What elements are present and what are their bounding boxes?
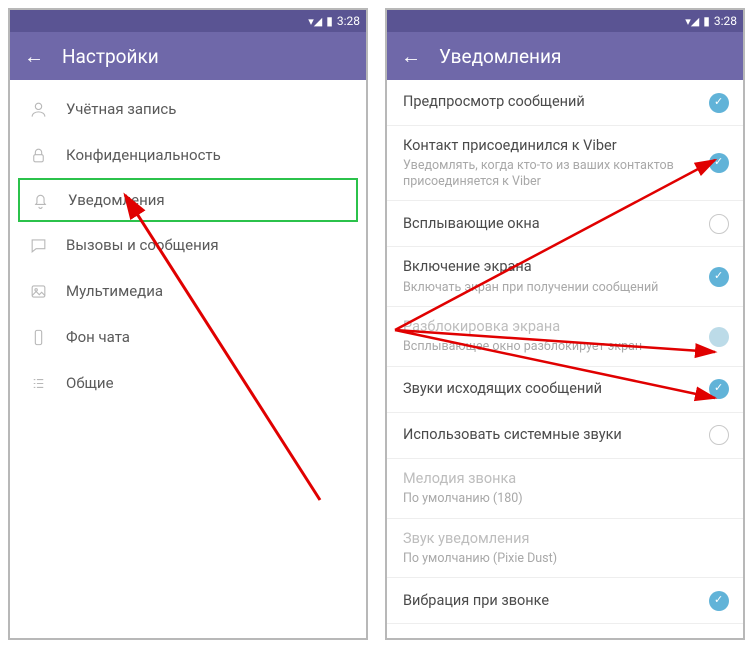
- opt-preview[interactable]: Предпросмотр сообщений: [387, 80, 743, 126]
- image-icon: [28, 281, 48, 301]
- notification-options: Предпросмотр сообщений Контакт присоедин…: [387, 80, 743, 624]
- settings-item-label: Фон чата: [66, 328, 130, 346]
- opt-screen-on[interactable]: Включение экрана Включать экран при полу…: [387, 247, 743, 307]
- settings-item-label: Учётная запись: [66, 100, 176, 118]
- battery-icon: ▮: [703, 14, 710, 28]
- list-icon: [28, 373, 48, 393]
- clock: 3:28: [714, 14, 737, 28]
- app-bar: ← Уведомления: [387, 32, 743, 80]
- battery-icon: ▮: [326, 14, 333, 28]
- toggle-on[interactable]: [709, 93, 729, 113]
- user-icon: [28, 99, 48, 119]
- toggle-off[interactable]: [709, 214, 729, 234]
- opt-popup[interactable]: Всплывающие окна: [387, 201, 743, 247]
- back-icon[interactable]: ←: [24, 44, 44, 69]
- status-bar: ▾◢ ▮ 3:28: [10, 10, 366, 32]
- phone-settings: ▾◢ ▮ 3:28 ← Настройки Учётная запись Кон…: [8, 8, 368, 640]
- toggle-on[interactable]: [709, 267, 729, 287]
- app-title: Настройки: [62, 45, 159, 68]
- opt-notif-sound[interactable]: Звук уведомления По умолчанию (Pixie Dus…: [387, 519, 743, 579]
- opt-title: Включение экрана: [403, 258, 693, 276]
- settings-item-general[interactable]: Общие: [10, 360, 366, 406]
- settings-item-label: Уведомления: [68, 191, 165, 209]
- opt-title: Предпросмотр сообщений: [403, 93, 693, 111]
- signal-icon: ▾◢: [308, 15, 322, 28]
- toggle-off[interactable]: [709, 425, 729, 445]
- opt-title: Вибрация при звонке: [403, 592, 693, 610]
- settings-item-privacy[interactable]: Конфиденциальность: [10, 132, 366, 178]
- settings-list: Учётная запись Конфиденциальность Уведом…: [10, 80, 366, 412]
- toggle-on[interactable]: [709, 591, 729, 611]
- opt-unlock: Разблокировка экрана Всплывающее окно ра…: [387, 307, 743, 367]
- app-bar: ← Настройки: [10, 32, 366, 80]
- opt-outgoing-sounds[interactable]: Звуки исходящих сообщений: [387, 367, 743, 413]
- opt-title: Звук уведомления: [403, 530, 693, 548]
- toggle-disabled: [709, 327, 729, 347]
- back-icon[interactable]: ←: [401, 44, 421, 69]
- settings-item-label: Конфиденциальность: [66, 146, 221, 164]
- opt-subtitle: Включать экран при получении сообщений: [403, 280, 693, 296]
- opt-subtitle: По умолчанию (Pixie Dust): [403, 551, 693, 567]
- bell-icon: [30, 190, 50, 210]
- phone-notifications: ▾◢ ▮ 3:28 ← Уведомления Предпросмотр соо…: [385, 8, 745, 640]
- opt-title: Мелодия звонка: [403, 470, 693, 488]
- opt-contact-joined[interactable]: Контакт присоединился к Viber Уведомлять…: [387, 126, 743, 201]
- toggle-on[interactable]: [709, 153, 729, 173]
- opt-vibration[interactable]: Вибрация при звонке: [387, 578, 743, 624]
- opt-subtitle: Уведомлять, когда кто-то из ваших контак…: [403, 158, 693, 189]
- settings-item-background[interactable]: Фон чата: [10, 314, 366, 360]
- opt-subtitle: Всплывающее окно разблокирует экран: [403, 339, 693, 355]
- phone-icon: [28, 327, 48, 347]
- opt-title: Всплывающие окна: [403, 215, 693, 233]
- opt-title: Звуки исходящих сообщений: [403, 380, 693, 398]
- settings-item-account[interactable]: Учётная запись: [10, 86, 366, 132]
- settings-item-label: Мультимедиа: [66, 282, 163, 300]
- toggle-on[interactable]: [709, 379, 729, 399]
- opt-subtitle: По умолчанию (180): [403, 491, 693, 507]
- settings-item-calls[interactable]: Вызовы и сообщения: [10, 222, 366, 268]
- settings-item-media[interactable]: Мультимедиа: [10, 268, 366, 314]
- chat-icon: [28, 235, 48, 255]
- lock-icon: [28, 145, 48, 165]
- opt-title: Разблокировка экрана: [403, 318, 693, 336]
- opt-ringtone[interactable]: Мелодия звонка По умолчанию (180): [387, 459, 743, 519]
- app-title: Уведомления: [439, 45, 561, 68]
- opt-title: Использовать системные звуки: [403, 426, 693, 444]
- opt-title: Контакт присоединился к Viber: [403, 137, 693, 155]
- settings-item-label: Общие: [66, 374, 114, 392]
- clock: 3:28: [337, 14, 360, 28]
- signal-icon: ▾◢: [685, 15, 699, 28]
- settings-item-notifications[interactable]: Уведомления: [18, 178, 358, 222]
- opt-system-sounds[interactable]: Использовать системные звуки: [387, 413, 743, 459]
- settings-item-label: Вызовы и сообщения: [66, 236, 219, 254]
- status-bar: ▾◢ ▮ 3:28: [387, 10, 743, 32]
